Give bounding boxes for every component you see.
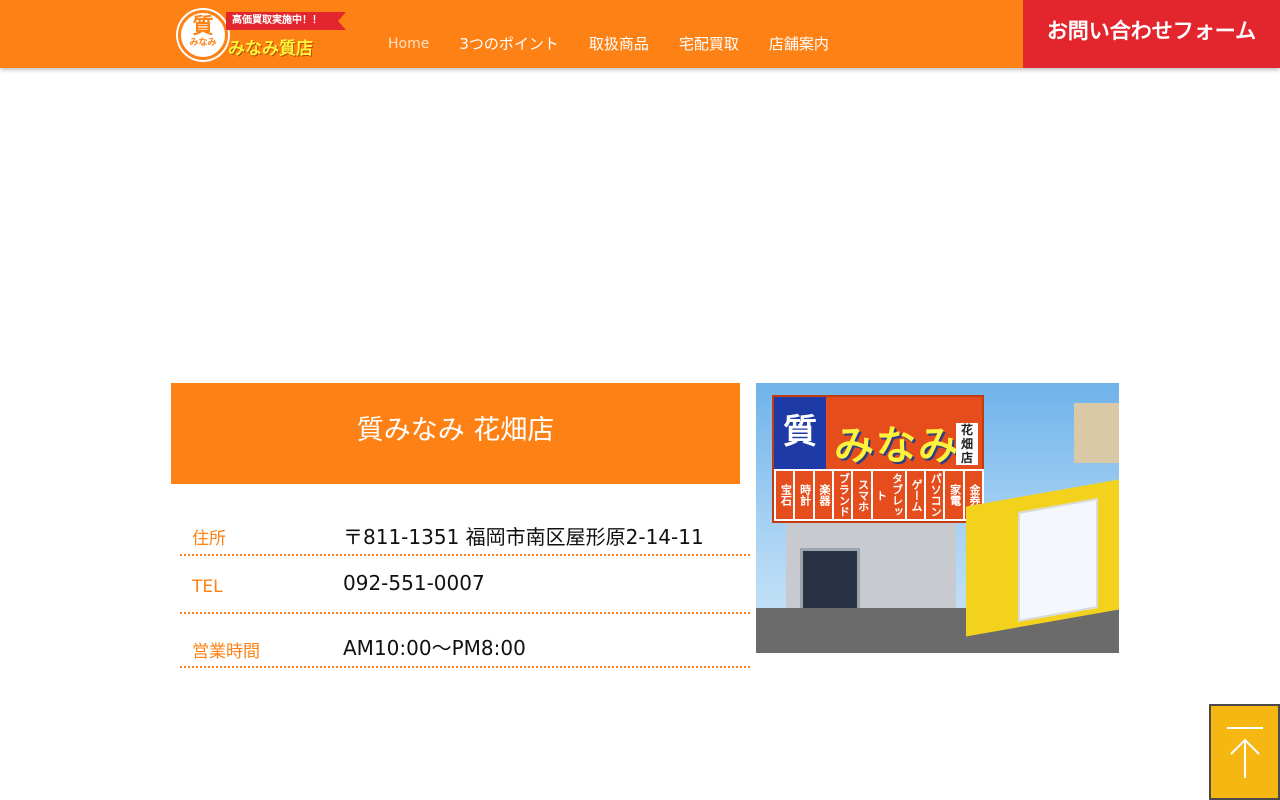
store-photo: 質 みなみ 花畑店 宝石 時計 楽器 ブランド スマホ タブレット ゲーム パソ… (756, 383, 1119, 653)
nav-three-points[interactable]: 3つのポイント (459, 34, 559, 54)
info-row-hours: 営業時間 AM10:00～PM8:00 (180, 614, 750, 668)
info-row-tel: TEL 092-551-0007 (180, 556, 750, 614)
logo-ribbon: 高価買取実施中！！ (226, 12, 346, 30)
contact-form-button[interactable]: お問い合わせフォーム (1023, 0, 1280, 68)
hours-value: AM10:00～PM8:00 (343, 636, 526, 660)
hours-label: 営業時間 (192, 642, 260, 662)
photo-category-bar: 宝石 時計 楽器 ブランド スマホ タブレット ゲーム パソコン 家電 金券 (774, 469, 984, 521)
info-row-address: 住所 〒811-1351 福岡市南区屋形原2-14-11 (180, 506, 750, 556)
site-logo[interactable]: 質 みなみ 高価買取実施中！！ みなみ質店 (178, 10, 348, 62)
photo-category: 宝石 (776, 471, 794, 519)
arrow-up-icon (1227, 727, 1263, 778)
photo-sign-branch: 花畑店 (956, 423, 978, 465)
neighbor-house (1074, 403, 1119, 463)
main-nav: Home 3つのポイント 取扱商品 宅配買取 店舗案内 (388, 34, 859, 54)
photo-category: 時計 (795, 471, 813, 519)
tel-label: TEL (192, 577, 223, 597)
back-to-top-button[interactable] (1209, 704, 1280, 800)
address-value: 〒811-1351 福岡市南区屋形原2-14-11 (343, 525, 704, 549)
nav-products[interactable]: 取扱商品 (589, 34, 649, 54)
store-info-table: 住所 〒811-1351 福岡市南区屋形原2-14-11 TEL 092-551… (180, 506, 750, 668)
photo-category: 家電 (945, 471, 963, 519)
logo-mark: 質 みなみ (178, 10, 228, 60)
address-label: 住所 (192, 529, 226, 549)
photo-category: ブランド (833, 471, 852, 519)
tel-value[interactable]: 092-551-0007 (343, 571, 485, 595)
fence-poster (1018, 497, 1098, 623)
logo-mark-small: みなみ (189, 38, 217, 48)
site-header: 質 みなみ 高価買取実施中！！ みなみ質店 Home 3つのポイント 取扱商品 … (0, 0, 1280, 68)
store-name-heading: 質みなみ 花畑店 (171, 383, 740, 484)
nav-home[interactable]: Home (388, 34, 429, 54)
photo-category: ゲーム (906, 471, 924, 519)
photo-sign-name: みなみ (834, 423, 960, 469)
logo-name: みなみ質店 (228, 39, 313, 59)
logo-mark-big: 質 (192, 14, 214, 38)
photo-category: スマホ (853, 471, 871, 519)
photo-category: 楽器 (814, 471, 832, 519)
photo-category: タブレット (872, 471, 905, 519)
photo-category: パソコン (925, 471, 944, 519)
nav-store-info[interactable]: 店舗案内 (769, 34, 829, 54)
nav-delivery-purchase[interactable]: 宅配買取 (679, 34, 739, 54)
